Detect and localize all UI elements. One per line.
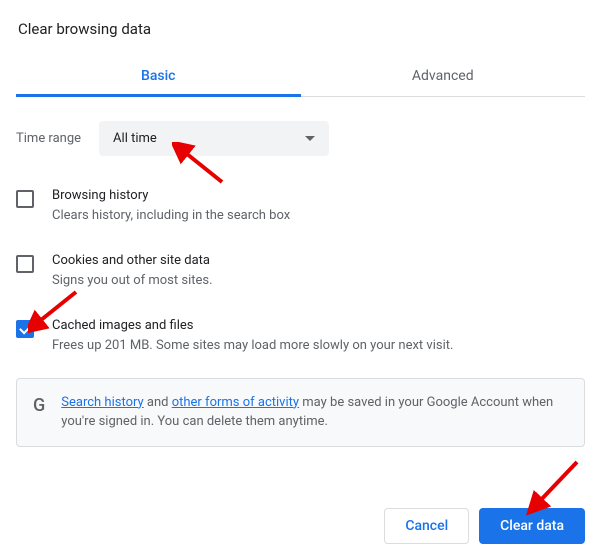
chevron-down-icon — [305, 136, 315, 141]
time-range-row: Time range All time — [16, 117, 585, 174]
option-secondary: Frees up 201 MB. Some sites may load mor… — [52, 337, 453, 355]
option-cookies: Cookies and other site data Signs you ou… — [16, 239, 585, 304]
link-other-activity[interactable]: other forms of activity — [172, 395, 299, 410]
option-secondary: Clears history, including in the search … — [52, 207, 290, 225]
cancel-button[interactable]: Cancel — [384, 508, 469, 544]
link-search-history[interactable]: Search history — [61, 395, 143, 410]
checkbox-cookies[interactable] — [16, 255, 34, 273]
clear-data-button[interactable]: Clear data — [479, 508, 585, 544]
option-text: Cached images and files Frees up 201 MB.… — [52, 318, 453, 355]
tab-advanced[interactable]: Advanced — [301, 58, 586, 96]
time-range-value: All time — [113, 131, 157, 146]
option-primary: Browsing history — [52, 188, 290, 203]
checkbox-browsing-history[interactable] — [16, 190, 34, 208]
option-browsing-history: Browsing history Clears history, includi… — [16, 174, 585, 239]
dialog-buttons: Cancel Clear data — [368, 492, 601, 560]
option-text: Browsing history Clears history, includi… — [52, 188, 290, 225]
option-primary: Cookies and other site data — [52, 253, 213, 268]
option-primary: Cached images and files — [52, 318, 453, 333]
google-icon: G — [33, 395, 45, 416]
option-text: Cookies and other site data Signs you ou… — [52, 253, 213, 290]
google-account-notice: G Search history and other forms of acti… — [16, 378, 585, 447]
checkbox-cached[interactable] — [16, 320, 34, 338]
option-cached: Cached images and files Frees up 201 MB.… — [16, 304, 585, 369]
dialog-title: Clear browsing data — [16, 16, 585, 50]
tabs: Basic Advanced — [16, 58, 585, 97]
option-secondary: Signs you out of most sites. — [52, 272, 213, 290]
notice-text: Search history and other forms of activi… — [61, 393, 568, 432]
clear-browsing-data-dialog: Clear browsing data Basic Advanced Time … — [0, 0, 601, 447]
time-range-select[interactable]: All time — [99, 121, 329, 156]
time-range-label: Time range — [16, 131, 81, 146]
tab-basic[interactable]: Basic — [16, 58, 301, 96]
